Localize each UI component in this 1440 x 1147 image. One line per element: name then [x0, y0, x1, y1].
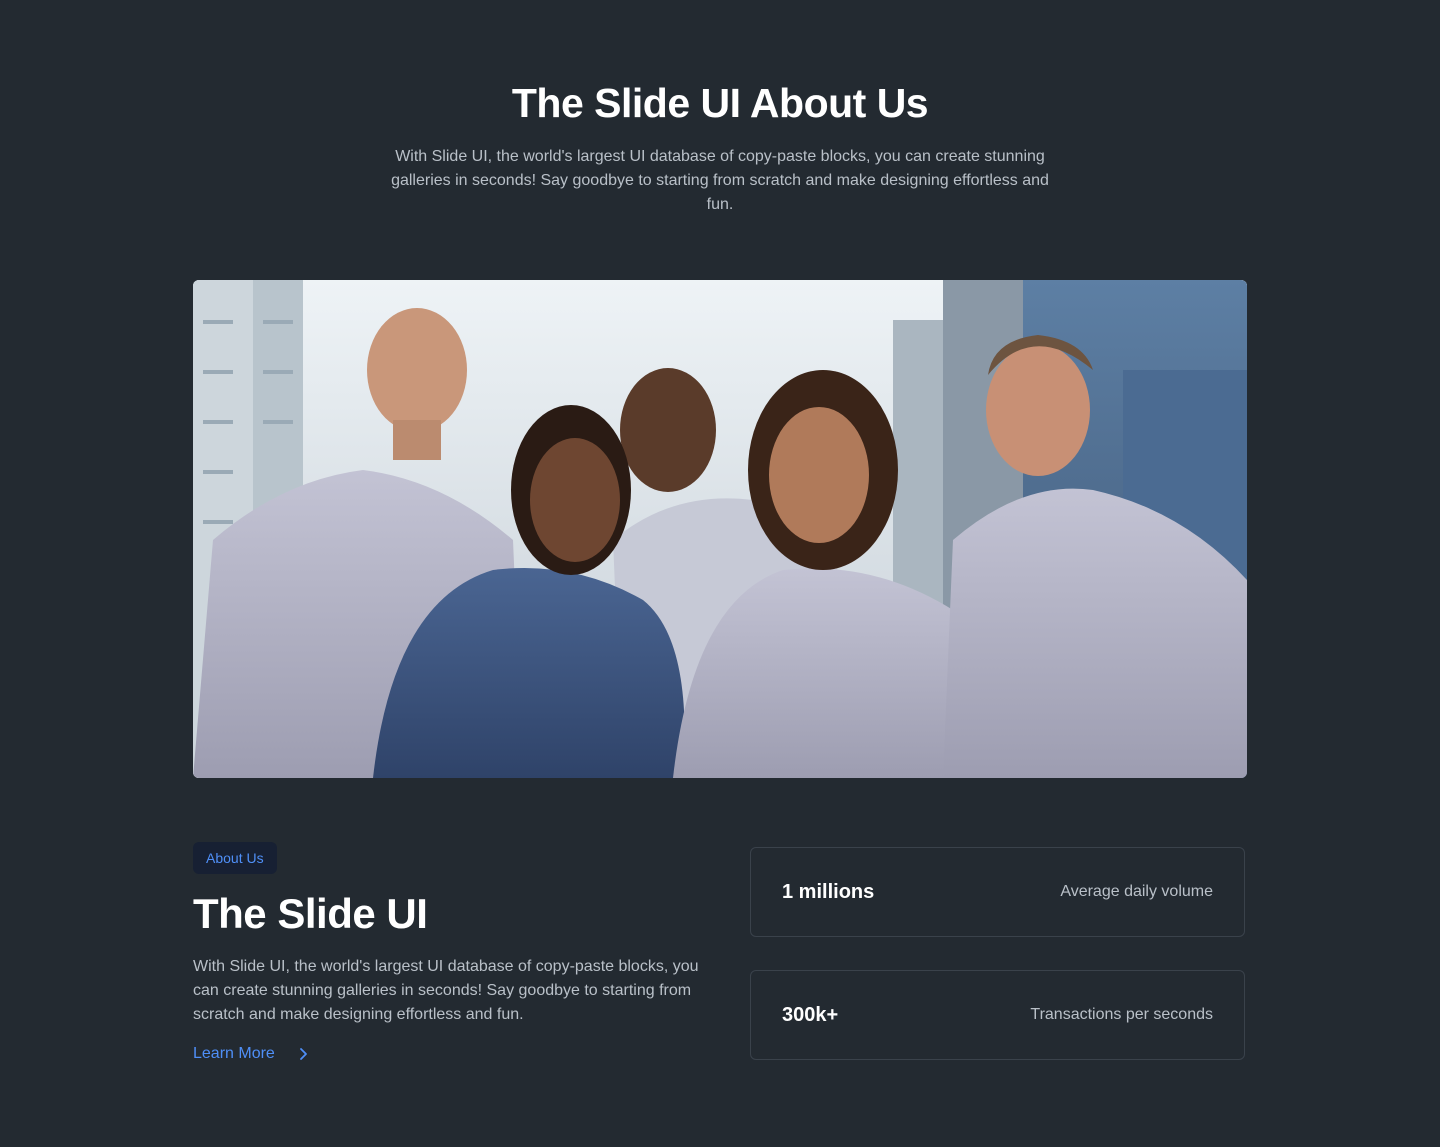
team-photo: [193, 280, 1247, 778]
chevron-right-icon: [295, 1046, 311, 1062]
stat-card: 1 millions Average daily volume: [750, 847, 1245, 937]
stat-label: Transactions per seconds: [1030, 1006, 1213, 1023]
stat-value: 1 millions: [782, 880, 875, 903]
about-title: The Slide UI: [193, 890, 428, 937]
stat-value: 300k+: [782, 1003, 839, 1026]
hero-description: With Slide UI, the world's largest UI da…: [391, 148, 1049, 213]
stat-card: 300k+ Transactions per seconds: [750, 970, 1245, 1060]
hero-title: The Slide UI About Us: [511, 80, 929, 126]
learn-more-label: Learn More: [193, 1045, 275, 1062]
stat-label: Average daily volume: [1060, 883, 1213, 900]
about-us-badge: About Us: [193, 842, 277, 874]
learn-more-link[interactable]: Learn More: [193, 1043, 311, 1065]
about-description: With Slide UI, the world's largest UI da…: [193, 958, 699, 1023]
